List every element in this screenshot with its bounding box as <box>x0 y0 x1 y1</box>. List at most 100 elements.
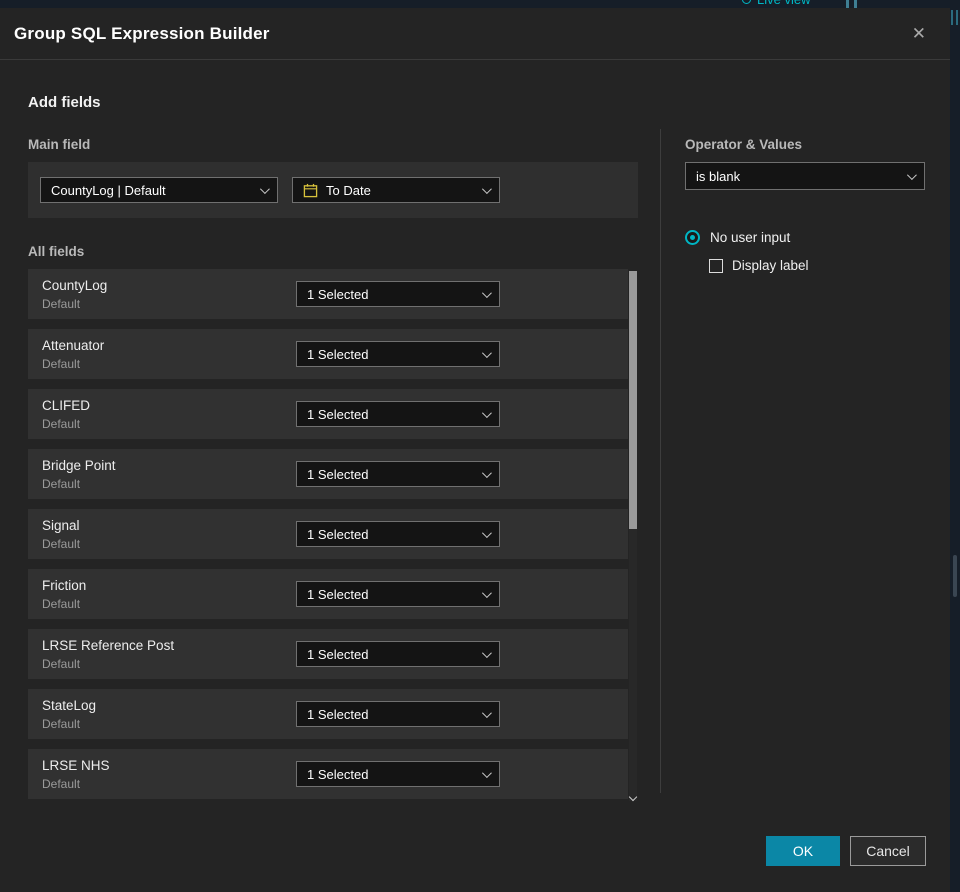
chevron-down-icon <box>481 707 492 718</box>
field-source: Default <box>42 476 81 491</box>
operator-values-label: Operator & Values <box>685 137 803 152</box>
field-name: StateLog <box>42 697 97 713</box>
field-selected-value: 1 Selected <box>307 526 369 542</box>
field-selected-value: 1 Selected <box>307 406 369 422</box>
field-name: LRSE Reference Post <box>42 637 175 653</box>
all-fields-list: CountyLog Default 1 Selected Attenuator … <box>28 269 638 801</box>
toolbar-icon <box>951 10 953 25</box>
field-selected-value: 1 Selected <box>307 766 369 782</box>
field-row-text: Attenuator Default <box>42 338 296 371</box>
field-name: CLIFED <box>42 397 91 413</box>
field-source: Default <box>42 716 81 731</box>
display-label-checkbox[interactable]: Display label <box>709 258 925 273</box>
calendar-icon <box>303 183 318 197</box>
field-selected-value: 1 Selected <box>307 706 369 722</box>
field-row-text: Bridge Point Default <box>42 458 296 491</box>
field-name: Signal <box>42 517 80 533</box>
toolbar-icon <box>854 0 857 8</box>
field-row: CountyLog Default 1 Selected <box>28 269 628 319</box>
field-row: StateLog Default 1 Selected <box>28 689 628 739</box>
field-row: Friction Default 1 Selected <box>28 569 628 619</box>
background-toolbar-icons <box>846 0 857 8</box>
field-row: LRSE NHS Default 1 Selected <box>28 749 628 799</box>
field-selected-dropdown[interactable]: 1 Selected <box>296 281 500 307</box>
chevron-down-icon <box>259 183 270 194</box>
chevron-down-icon <box>906 169 917 180</box>
toolbar-icon <box>846 0 849 8</box>
radio-selected-icon <box>685 230 700 245</box>
ok-button[interactable]: OK <box>766 836 840 866</box>
field-selected-value: 1 Selected <box>307 466 369 482</box>
dialog-title: Group SQL Expression Builder <box>14 23 270 43</box>
main-field-label: Main field <box>28 137 91 152</box>
field-name: Attenuator <box>42 337 105 353</box>
field-source: Default <box>42 416 81 431</box>
field-name: CountyLog <box>42 277 108 293</box>
dialog-body: Add fields Main field CountyLog | Defaul… <box>0 60 950 892</box>
date-field-select[interactable]: To Date <box>292 177 500 203</box>
field-selected-dropdown[interactable]: 1 Selected <box>296 341 500 367</box>
live-view-toggle[interactable]: Live view <box>742 0 810 7</box>
field-name: LRSE NHS <box>42 757 110 773</box>
background-app-topbar: Live view <box>0 0 960 8</box>
scrollbar-thumb[interactable] <box>629 271 637 529</box>
field-selected-dropdown[interactable]: 1 Selected <box>296 761 500 787</box>
operator-column: Operator & Values is blank No user input… <box>685 111 925 273</box>
field-row-text: StateLog Default <box>42 698 296 731</box>
all-fields-label: All fields <box>28 244 85 259</box>
field-row-text: CLIFED Default <box>42 398 296 431</box>
field-row-text: LRSE NHS Default <box>42 758 296 791</box>
field-source: Default <box>42 296 81 311</box>
live-view-icon <box>742 0 751 4</box>
dialog-group-sql-expression-builder: Group SQL Expression Builder ✕ Add field… <box>0 8 950 892</box>
live-view-label: Live view <box>757 0 810 7</box>
chevron-down-icon <box>481 587 492 598</box>
chevron-down-icon <box>481 467 492 478</box>
main-field-panel: CountyLog | Default To Date <box>28 162 638 218</box>
fields-column: Main field CountyLog | Default To Date A… <box>28 111 638 809</box>
operator-select-value: is blank <box>696 168 741 184</box>
field-selected-dropdown[interactable]: 1 Selected <box>296 581 500 607</box>
no-user-input-radio[interactable]: No user input <box>685 230 925 245</box>
field-selected-value: 1 Selected <box>307 346 369 362</box>
field-row: Bridge Point Default 1 Selected <box>28 449 628 499</box>
scrollbar[interactable] <box>629 271 637 801</box>
section-title-add-fields: Add fields <box>28 94 101 111</box>
chevron-down-icon <box>481 347 492 358</box>
main-field-select-value: CountyLog | Default <box>51 182 166 198</box>
background-toolbar-icons-right <box>951 10 958 25</box>
field-source: Default <box>42 776 81 791</box>
field-name: Bridge Point <box>42 457 116 473</box>
field-row: LRSE Reference Post Default 1 Selected <box>28 629 628 679</box>
operator-select[interactable]: is blank <box>685 162 925 190</box>
main-field-select[interactable]: CountyLog | Default <box>40 177 278 203</box>
field-row-text: Friction Default <box>42 578 296 611</box>
checkbox-unchecked-icon <box>709 258 723 273</box>
field-selected-dropdown[interactable]: 1 Selected <box>296 701 500 727</box>
field-source: Default <box>42 536 81 551</box>
field-row-text: CountyLog Default <box>42 278 296 311</box>
date-field-select-value: To Date <box>326 182 371 198</box>
dialog-header: Group SQL Expression Builder ✕ <box>0 8 950 60</box>
field-selected-dropdown[interactable]: 1 Selected <box>296 461 500 487</box>
chevron-down-icon <box>481 767 492 778</box>
field-selected-value: 1 Selected <box>307 646 369 662</box>
field-source: Default <box>42 656 81 671</box>
field-selected-dropdown[interactable]: 1 Selected <box>296 521 500 547</box>
field-source: Default <box>42 356 81 371</box>
chevron-down-icon <box>481 647 492 658</box>
field-selected-value: 1 Selected <box>307 286 369 302</box>
field-selected-value: 1 Selected <box>307 586 369 602</box>
scrollbar-down-arrow[interactable] <box>628 793 638 803</box>
field-row-text: Signal Default <box>42 518 296 551</box>
chevron-down-icon <box>481 407 492 418</box>
field-row: CLIFED Default 1 Selected <box>28 389 628 439</box>
chevron-down-icon <box>481 527 492 538</box>
field-source: Default <box>42 596 81 611</box>
field-selected-dropdown[interactable]: 1 Selected <box>296 401 500 427</box>
cancel-button[interactable]: Cancel <box>850 836 926 866</box>
toolbar-icon <box>956 10 958 25</box>
field-selected-dropdown[interactable]: 1 Selected <box>296 641 500 667</box>
field-row-text: LRSE Reference Post Default <box>42 638 296 671</box>
close-icon[interactable]: ✕ <box>906 21 932 46</box>
